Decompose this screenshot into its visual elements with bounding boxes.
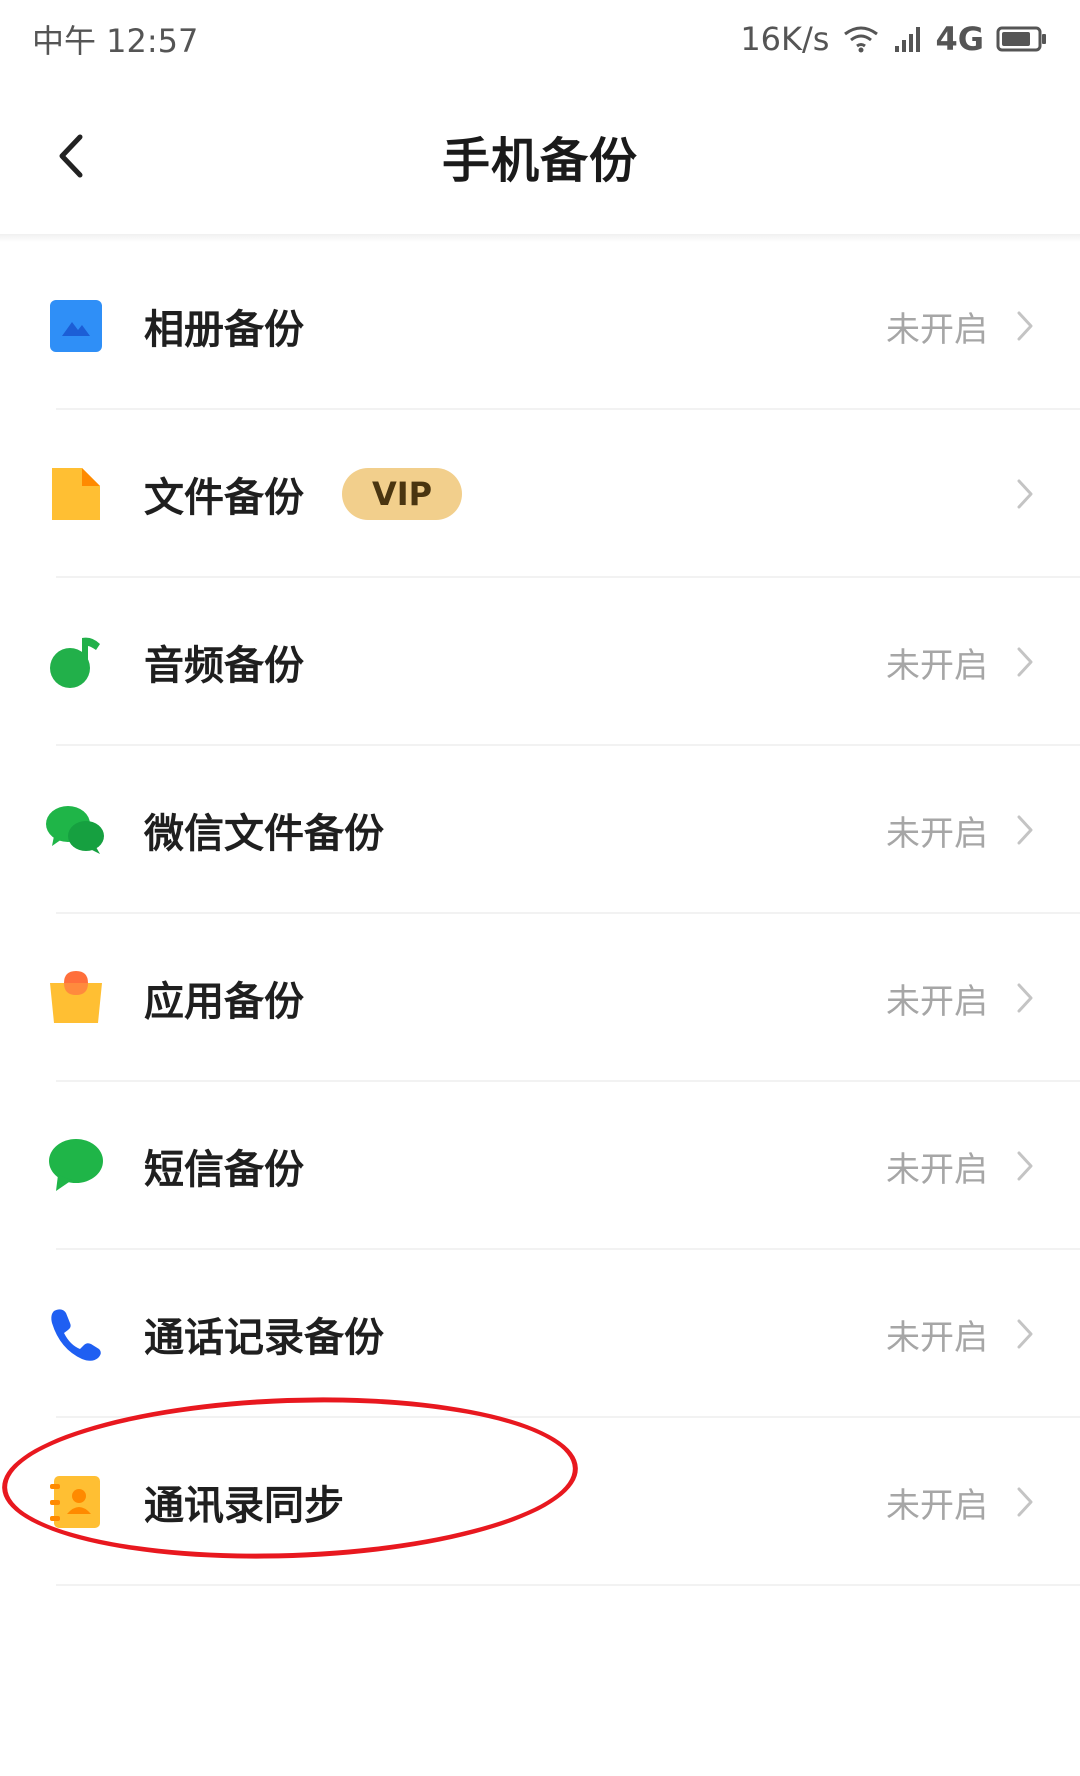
message-icon [44, 1134, 108, 1198]
chevron-right-icon [1010, 1482, 1040, 1522]
list-item-label: 短信备份 [144, 1147, 304, 1193]
list-item-status: 未开启 [886, 1485, 988, 1526]
list-item-status: 未开启 [886, 645, 988, 686]
list-item-label: 通话记录备份 [144, 1315, 384, 1361]
back-button[interactable] [40, 124, 104, 188]
chevron-right-icon [1010, 810, 1040, 850]
gallery-icon [44, 294, 108, 358]
list-item-audio-backup[interactable]: 音频备份 未开启 [0, 578, 1080, 746]
list-item-status: 未开启 [886, 981, 988, 1022]
chevron-right-icon [1010, 1146, 1040, 1186]
wifi-icon [841, 24, 881, 54]
header-divider [0, 234, 1080, 242]
list-item-label: 应用备份 [144, 979, 304, 1025]
list-item-label: 相册备份 [144, 307, 304, 353]
list-item-contacts-sync[interactable]: 通讯录同步 未开启 [0, 1418, 1080, 1586]
list-item-label: 文件备份 [144, 475, 304, 521]
list-item-status: 未开启 [886, 1317, 988, 1358]
status-time: 中午 12:57 [32, 22, 199, 60]
list-item-label: 音频备份 [144, 643, 304, 689]
phone-backup-screen: 中午 12:57 16K/s 4G 手机备份 相册备份 未开启 文件备份 VIP… [0, 0, 1080, 1776]
list-item-sms-backup[interactable]: 短信备份 未开启 [0, 1082, 1080, 1250]
chevron-right-icon [1010, 474, 1040, 514]
music-note-icon [44, 630, 108, 694]
status-bar: 中午 12:57 16K/s 4G [0, 0, 1080, 78]
back-arrow-icon [59, 134, 83, 178]
phone-icon [44, 1302, 108, 1366]
app-bag-icon [44, 966, 108, 1030]
backup-options-list: 相册备份 未开启 文件备份 VIP 音频备份 未开启 微信文件备份 未开启 应用… [0, 242, 1080, 1586]
net-speed: 16K/s [740, 20, 830, 58]
wechat-icon [44, 798, 108, 862]
chevron-right-icon [1010, 1314, 1040, 1354]
list-item-status: 未开启 [886, 813, 988, 854]
battery-icon [996, 25, 1048, 53]
contacts-book-icon [44, 1470, 108, 1534]
network-type: 4G [935, 20, 984, 58]
list-item-label: 微信文件备份 [144, 811, 384, 857]
list-item-gallery-backup[interactable]: 相册备份 未开启 [0, 242, 1080, 410]
file-icon [44, 462, 108, 526]
list-item-app-backup[interactable]: 应用备份 未开启 [0, 914, 1080, 1082]
chevron-right-icon [1010, 978, 1040, 1018]
chevron-right-icon [1010, 642, 1040, 682]
status-indicators: 16K/s 4G [740, 20, 1048, 58]
list-item-status: 未开启 [886, 1149, 988, 1190]
list-item-file-backup[interactable]: 文件备份 VIP [0, 410, 1080, 578]
page-title: 手机备份 [441, 133, 638, 189]
chevron-right-icon [1010, 306, 1040, 346]
list-item-status: 未开启 [886, 309, 988, 350]
list-item-wechat-backup[interactable]: 微信文件备份 未开启 [0, 746, 1080, 914]
signal-icon [893, 24, 923, 54]
list-item-label: 通讯录同步 [144, 1483, 344, 1529]
vip-badge: VIP [342, 468, 463, 520]
list-item-call-log-backup[interactable]: 通话记录备份 未开启 [0, 1250, 1080, 1418]
page-header: 手机备份 [0, 78, 1080, 234]
